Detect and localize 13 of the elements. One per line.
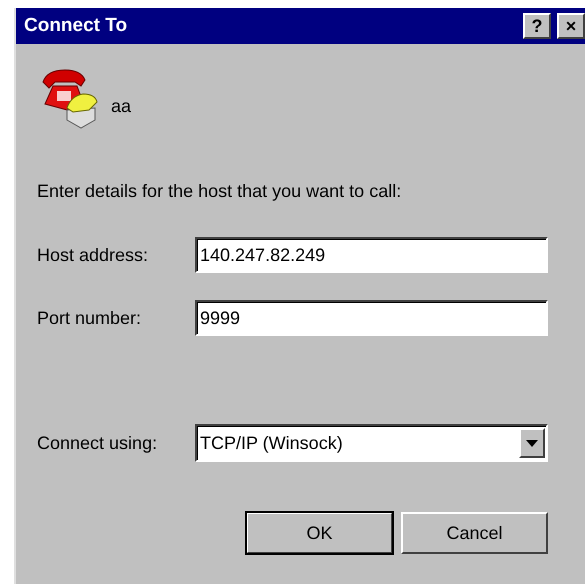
connection-dropdown[interactable]: TCP/IP (Winsock) (195, 424, 548, 462)
dialog-button[interactable]: Cancel (401, 512, 548, 554)
input-field[interactable]: 9999 (195, 300, 548, 336)
connection-name: aa (111, 95, 132, 118)
help-button[interactable]: ? (523, 13, 551, 39)
close-button[interactable]: × (557, 13, 585, 39)
input-field[interactable]: 140.247.82.249 (195, 237, 548, 273)
dialog-button[interactable]: OK (246, 512, 393, 554)
instruction-text: Enter details for the host that you want to call: (37, 180, 402, 203)
window-title: Connect To (24, 14, 128, 38)
field-label: Host address: (37, 244, 150, 266)
field-label: Port number: (37, 306, 142, 330)
field-label: Connect using: (37, 432, 158, 455)
